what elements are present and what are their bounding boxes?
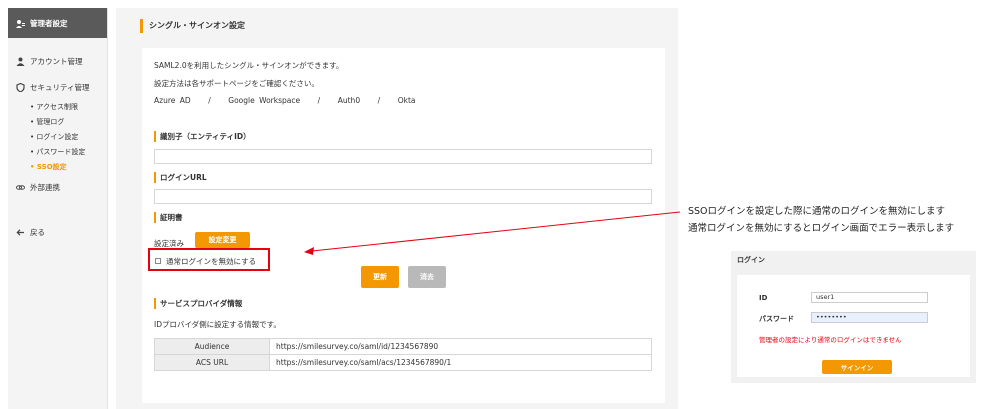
shield-icon [16,82,25,93]
signin-button[interactable]: サインイン [822,360,892,374]
update-button[interactable]: 更新 [361,266,399,288]
sidebar-item-security[interactable]: セキュリティ管理 [16,82,90,93]
sidebar-header: 管理者設定 [8,8,107,38]
login-url-input[interactable] [154,189,652,204]
login-error-message: 管理者の設定により通常のログインはできません [759,336,902,344]
provider-okta-link[interactable]: Okta [398,96,416,105]
entity-id-label: 識別子（エンティティID） [154,131,251,142]
service-provider-table: Audience https://smilesurvey.co/saml/id/… [154,338,652,371]
sidebar-item-security-label: セキュリティ管理 [30,83,90,92]
annotation-line-2: 通常ログインを無効にするとログイン画面でエラー表示します [688,223,955,234]
sidebar-subitem-login[interactable]: • ログイン設定 [30,132,78,142]
sidebar-item-back[interactable]: 戻る [16,227,45,238]
admin-settings-icon [16,19,25,28]
provider-list: Azure AD / Google Workspace / Auth0 / Ok… [154,96,416,105]
provider-separator: / [317,96,321,105]
service-provider-label: サービスプロバイダ情報 [154,298,242,309]
sidebar-subitem-log[interactable]: • 管理ログ [30,117,64,127]
sidebar-subitem-sso[interactable]: • SSO設定 [30,162,67,172]
service-provider-description: IDプロバイダ側に設定する情報です。 [154,320,281,329]
login-id-label: ID [759,294,768,302]
login-url-label: ログインURL [154,172,207,183]
intro-line-2: 設定方法は各サポートページをご確認ください。 [154,79,319,88]
sidebar-subitem-sso-label: SSO設定 [36,163,67,171]
table-row: ACS URL https://smilesurvey.co/saml/acs/… [154,354,652,371]
main-panel: シングル・サインオン設定 SAML2.0を利用したシングル・サインオンができます… [116,8,678,409]
clear-button[interactable]: 消去 [408,266,446,288]
sidebar-item-external[interactable]: 外部連携 [16,182,60,193]
certificate-change-button[interactable]: 設定変更 [195,232,250,248]
provider-azure-link[interactable]: Azure AD [154,96,191,105]
login-id-input[interactable]: user1 [811,292,928,303]
sidebar-item-back-label: 戻る [30,228,45,237]
sidebar-item-external-label: 外部連携 [30,183,60,192]
user-icon [16,57,25,66]
intro-line-1: SAML2.0を利用したシングル・サインオンができます。 [154,61,344,70]
sso-settings-card: SAML2.0を利用したシングル・サインオンができます。 設定方法は各サポートペ… [142,48,665,403]
screen: 管理者設定 アカウント管理 セキュリティ管理 • アクセス制限 • 管理ログ •… [0,0,1006,409]
sidebar-item-account-label: アカウント管理 [30,57,83,66]
arrow-left-icon [16,228,25,237]
login-preview: ログイン ID user1 パスワード •••••••• 管理者の設定により通常… [731,251,976,383]
login-password-input[interactable]: •••••••• [811,312,928,323]
audience-value: https://smilesurvey.co/saml/id/123456789… [269,338,652,355]
login-preview-card: ID user1 パスワード •••••••• 管理者の設定により通常のログイン… [737,275,970,377]
certificate-label: 証明書 [154,212,183,223]
entity-id-input[interactable] [154,149,652,164]
sidebar: 管理者設定 アカウント管理 セキュリティ管理 • アクセス制限 • 管理ログ •… [8,8,108,409]
login-password-label: パスワード [759,315,794,323]
sidebar-subitem-log-label: 管理ログ [36,118,65,126]
provider-separator: / [208,96,211,105]
audience-label: Audience [154,338,270,355]
sidebar-subitem-access-label: アクセス制限 [36,103,79,111]
provider-separator: / [377,96,381,105]
sidebar-subitem-password-label: パスワード設定 [36,148,86,156]
sidebar-subitem-password[interactable]: • パスワード設定 [30,147,85,157]
highlight-box [148,248,270,271]
sidebar-header-label: 管理者設定 [30,18,68,28]
sidebar-item-account[interactable]: アカウント管理 [16,56,83,67]
link-icon [16,183,25,192]
page-title: シングル・サインオン設定 [140,19,245,33]
sidebar-subitem-login-label: ログイン設定 [36,133,79,141]
provider-auth0-link[interactable]: Auth0 [338,96,360,105]
table-row: Audience https://smilesurvey.co/saml/id/… [154,338,652,355]
acs-url-label: ACS URL [154,354,270,371]
sidebar-subitem-access[interactable]: • アクセス制限 [30,102,78,112]
annotation-line-1: SSOログインを設定した際に通常のログインを無効にします [688,206,946,217]
acs-url-value: https://smilesurvey.co/saml/acs/12345678… [269,354,652,371]
provider-google-link[interactable]: Google Workspace [228,96,300,105]
login-preview-title: ログイン [737,256,765,264]
